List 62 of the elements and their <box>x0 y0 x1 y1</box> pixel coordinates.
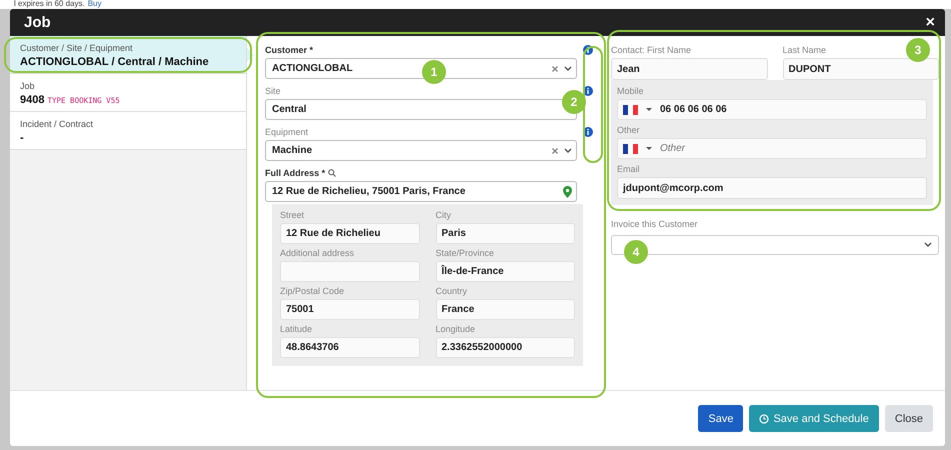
chevron-down-icon <box>564 66 572 72</box>
select-field[interactable]: Machine <box>265 140 577 161</box>
clock-icon <box>759 414 770 424</box>
address-field[interactable]: 12 Rue de Richelieu, 75001 Paris, France <box>265 181 577 202</box>
sidebar-item-label: Incident / Contract <box>20 119 94 129</box>
input-field[interactable] <box>280 261 420 282</box>
chevron-down-icon <box>924 242 932 248</box>
info-icon[interactable] <box>583 45 593 55</box>
map-pin-icon[interactable] <box>563 186 572 198</box>
field-label: Longitude <box>436 324 476 334</box>
window-title: Job <box>24 14 51 31</box>
info-icon[interactable] <box>583 127 593 137</box>
field-label: Other <box>617 125 640 135</box>
input-field[interactable]: Île-de-France <box>436 261 575 282</box>
caret-icon[interactable] <box>646 108 652 111</box>
field-label: Last Name <box>782 45 826 55</box>
field-label: Additional address <box>280 248 354 258</box>
sidebar-item-value: ACTIONGLOBAL / Central / Machine <box>20 56 209 68</box>
input-field[interactable]: Jean <box>611 58 768 80</box>
input-field[interactable]: France <box>436 299 575 320</box>
sidebar-item-label: Job <box>20 81 36 91</box>
notice-text: l expires in 60 days. <box>14 0 85 9</box>
field-label: Full Address * <box>265 168 326 178</box>
field-label: Invoice this Customer <box>611 219 698 229</box>
search-icon[interactable] <box>328 169 336 177</box>
dialog-button[interactable]: Close <box>884 405 933 432</box>
clear-icon[interactable] <box>552 66 558 72</box>
chevron-down-icon <box>564 148 572 154</box>
input-field[interactable]: 75001 <box>280 299 420 320</box>
flag-icon <box>623 104 638 114</box>
field-label: Email <box>617 164 640 174</box>
field-label: Street <box>280 210 304 220</box>
phone-field[interactable]: Other <box>617 138 927 159</box>
field-label: Customer * <box>265 45 314 55</box>
sidebar-item[interactable]: Incident / Contract - <box>10 112 246 150</box>
input-field[interactable]: 48.8643706 <box>280 337 420 358</box>
phone-field[interactable]: 06 06 06 06 06 <box>617 99 927 120</box>
field-label: State/Province <box>436 248 494 258</box>
field-label: Site <box>265 86 281 96</box>
dialog-button[interactable]: Save <box>698 405 744 432</box>
select-field[interactable] <box>611 235 939 255</box>
field-label: City <box>436 210 451 220</box>
clear-icon[interactable] <box>552 148 558 154</box>
input-field[interactable]: DUPONT <box>782 58 939 80</box>
buy-link[interactable]: Buy <box>88 0 102 9</box>
field-label: Zip/Postal Code <box>280 286 344 296</box>
field-label: Mobile <box>617 86 644 96</box>
flag-icon <box>623 144 638 154</box>
input-field[interactable]: Paris <box>436 223 575 244</box>
caret-icon[interactable] <box>646 147 652 150</box>
sidebar-item-value: - <box>20 132 24 144</box>
field-label: Country <box>436 286 468 296</box>
info-icon[interactable] <box>583 86 593 96</box>
field-label: Equipment <box>265 127 308 137</box>
sidebar-item-value: 9408 <box>20 94 44 106</box>
sidebar-item-label: Customer / Site / Equipment <box>20 43 134 53</box>
input-field[interactable]: 2.3362552000000 <box>436 337 575 358</box>
field-label: Contact: First Name <box>611 45 692 55</box>
field-label: Latitude <box>280 324 312 334</box>
input-field[interactable]: jdupont@mcorp.com <box>617 177 927 199</box>
close-button[interactable]: × <box>924 14 937 32</box>
input-field[interactable]: 12 Rue de Richelieu <box>280 223 420 244</box>
